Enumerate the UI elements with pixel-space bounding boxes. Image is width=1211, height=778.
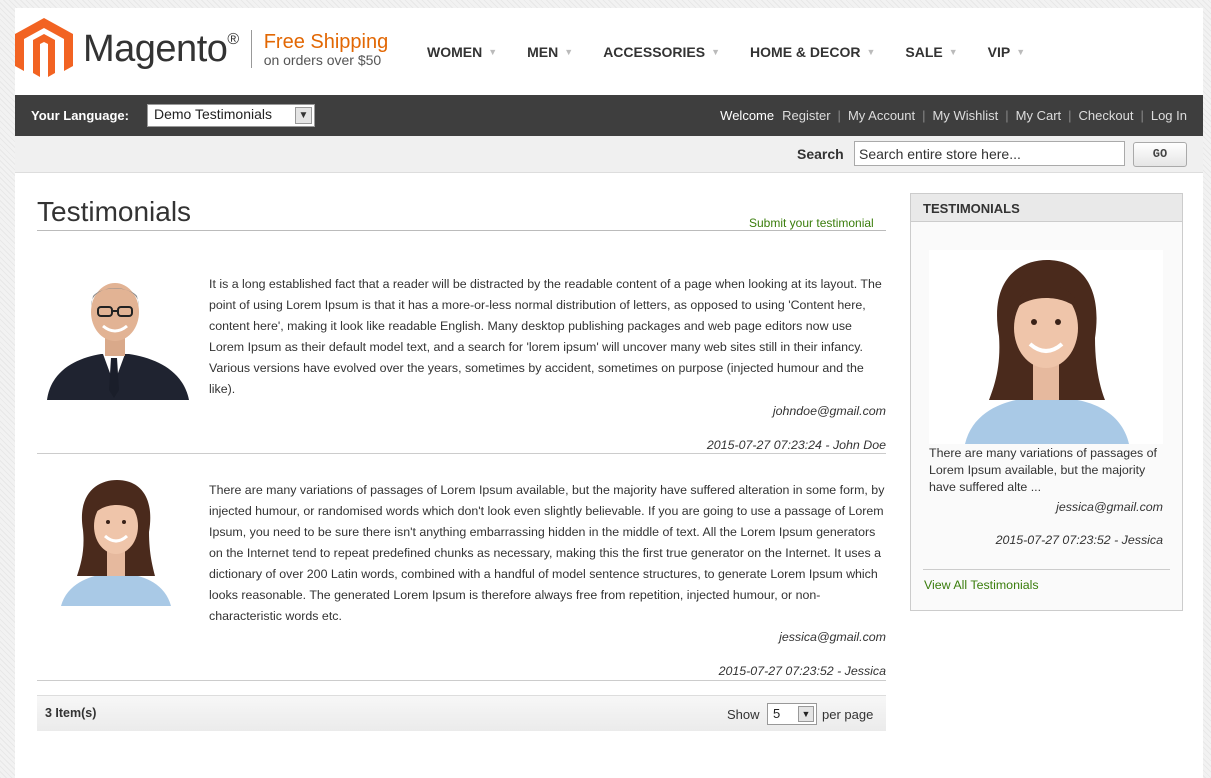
testimonial-text: It is a long established fact that a rea… [209, 277, 882, 396]
search-bar: Search GO [15, 136, 1203, 173]
testimonial-email: johndoe@gmail.com [772, 404, 886, 418]
nav-item-men[interactable]: MEN ▼ [527, 44, 573, 60]
caret-down-icon: ▼ [948, 47, 958, 57]
page-container: Magento® Free Shipping on orders over $5… [15, 8, 1203, 778]
nav-item-sale[interactable]: SALE ▼ [905, 44, 957, 60]
caret-down-icon: ▼ [488, 47, 498, 57]
account-links: Welcome Register | My Account | My Wishl… [720, 108, 1187, 123]
welcome-message: Welcome [720, 108, 775, 123]
sidebar-meta: 2015-07-27 07:23:52 - Jessica [995, 533, 1163, 547]
divider [37, 680, 886, 681]
nav-item-home-decor[interactable]: HOME & DECOR ▼ [750, 44, 875, 60]
testimonial-meta: 2015-07-27 07:23:52 - Jessica [718, 664, 886, 678]
link-separator: | [922, 108, 926, 123]
magento-logo-icon [15, 18, 73, 77]
log-in-link[interactable]: Log In [1151, 108, 1187, 123]
chevron-down-icon: ▼ [798, 706, 814, 722]
caret-down-icon: ▼ [711, 47, 721, 57]
testimonial-entry: There are many variations of passages of… [37, 472, 886, 682]
link-separator: | [1140, 108, 1144, 123]
link-separator: | [1005, 108, 1009, 123]
per-page-value: 5 [773, 706, 781, 721]
divider [923, 569, 1170, 570]
avatar-john-doe [37, 266, 191, 400]
testimonial-text: There are many variations of passages of… [209, 483, 885, 623]
avatar-jessica [37, 472, 191, 606]
link-separator: | [837, 108, 841, 123]
item-count: 3 Item(s) [45, 706, 97, 720]
promo: Free Shipping on orders over $50 [264, 32, 389, 67]
per-page-label: per page [822, 707, 874, 722]
testimonial-meta: 2015-07-27 07:23:24 - John Doe [706, 438, 886, 452]
testimonials-sidebar: TESTIMONIALS There are many variations o… [910, 193, 1183, 611]
caret-down-icon: ▼ [1016, 47, 1026, 57]
testimonial-entry: It is a long established fact that a rea… [37, 266, 886, 456]
pager-toolbar: 3 Item(s) Show 5 ▼ per page [37, 695, 886, 731]
view-all-testimonials-link[interactable]: View All Testimonials [924, 578, 1039, 592]
language-value: Demo Testimonials [154, 106, 273, 122]
sidebar-title: TESTIMONIALS [911, 194, 1182, 222]
logo[interactable]: Magento® Free Shipping on orders over $5… [15, 18, 388, 80]
promo-subline: on orders over $50 [263, 51, 382, 68]
caret-down-icon: ▼ [866, 47, 876, 57]
per-page-select[interactable]: 5 ▼ [767, 703, 817, 725]
language-select[interactable]: Demo Testimonials ▼ [147, 104, 315, 127]
logo-divider [250, 30, 252, 68]
nav-item-women[interactable]: WOMEN ▼ [427, 44, 497, 60]
language-label: Your Language: [31, 108, 129, 123]
my-account-link[interactable]: My Account [848, 108, 915, 123]
search-input[interactable] [854, 141, 1125, 166]
checkout-link[interactable]: Checkout [1079, 108, 1134, 123]
site-header: Magento® Free Shipping on orders over $5… [15, 8, 1203, 95]
divider [37, 230, 886, 231]
testimonial-email: jessica@gmail.com [779, 630, 886, 644]
main-nav: WOMEN ▼ MEN ▼ ACCESSORIES ▼ HOME & DECOR ▼ S… [427, 44, 1055, 60]
avatar-jessica [929, 250, 1163, 444]
caret-down-icon: ▼ [564, 47, 574, 57]
my-cart-link[interactable]: My Cart [1016, 108, 1062, 123]
link-separator: | [1068, 108, 1072, 123]
register-link[interactable]: Register [782, 108, 830, 123]
sidebar-excerpt: There are many variations of passages of… [929, 446, 1157, 494]
show-label: Show [727, 707, 760, 722]
brand-name: Magento® [83, 28, 239, 70]
chevron-down-icon: ▼ [295, 107, 312, 124]
page-title: Testimonials [37, 196, 192, 227]
promo-headline: Free Shipping [263, 30, 389, 53]
sidebar-email: jessica@gmail.com [1056, 500, 1163, 514]
my-wishlist-link[interactable]: My Wishlist [933, 108, 999, 123]
search-label: Search [797, 146, 844, 162]
account-bar: Your Language: Demo Testimonials ▼ Welco… [15, 95, 1203, 136]
divider [37, 453, 886, 454]
search-go-button[interactable]: GO [1133, 142, 1187, 167]
nav-item-vip[interactable]: VIP ▼ [988, 44, 1026, 60]
submit-testimonial-link[interactable]: Submit your testimonial [749, 216, 874, 230]
nav-item-accessories[interactable]: ACCESSORIES ▼ [603, 44, 720, 60]
